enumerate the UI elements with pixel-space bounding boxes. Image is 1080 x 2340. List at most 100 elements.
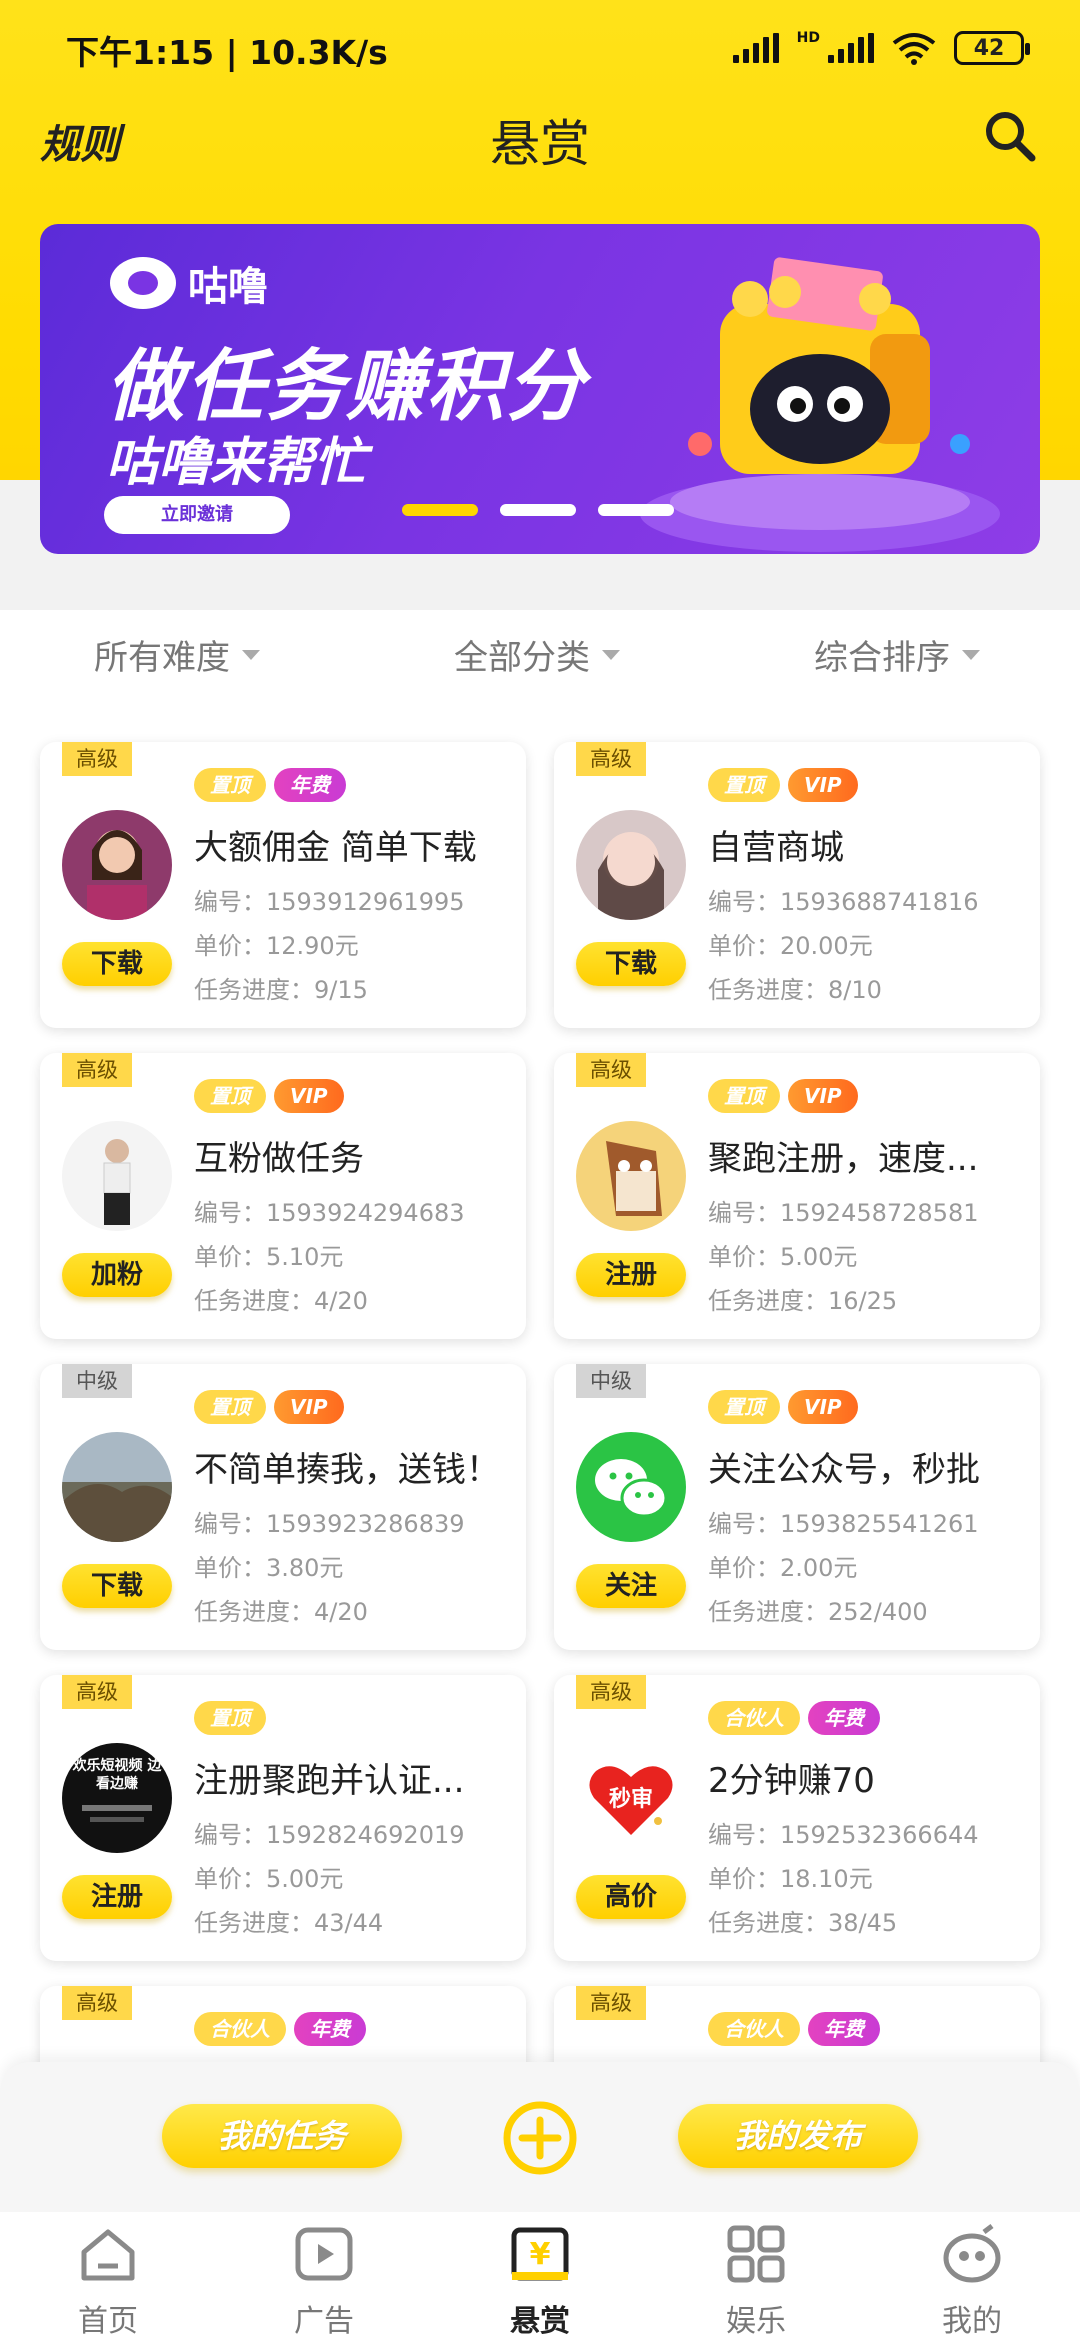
category-filter[interactable]: 全部分类 bbox=[454, 630, 620, 679]
invite-button[interactable]: 立即邀请 bbox=[104, 496, 290, 534]
task-price: 单价：12.90元 bbox=[194, 932, 359, 960]
tag-badge: 置顶 bbox=[194, 1079, 266, 1113]
tag-badge: 置顶 bbox=[194, 1390, 266, 1424]
level-badge: 高级 bbox=[62, 1675, 132, 1709]
task-avatar bbox=[576, 1432, 686, 1542]
task-price: 单价：5.10元 bbox=[194, 1243, 344, 1271]
carousel-dot[interactable] bbox=[598, 504, 674, 516]
level-badge: 高级 bbox=[576, 1986, 646, 2020]
level-badge: 高级 bbox=[62, 1986, 132, 2020]
task-title: 互粉做任务 bbox=[194, 1139, 364, 1179]
banner-logo-text: 咕噜 bbox=[188, 264, 268, 310]
promo-banner[interactable]: 咕噜 做任务赚积分 咕噜来帮忙 立即邀请 bbox=[40, 224, 1040, 554]
search-icon[interactable] bbox=[980, 106, 1040, 166]
task-progress: 任务进度：8/10 bbox=[708, 976, 882, 1004]
task-card[interactable]: 高级 置顶 VIP 加粉 互粉做任务 编号：1593924294683 单价：5.10元 任务… bbox=[40, 1053, 526, 1339]
profile-icon bbox=[943, 2224, 1001, 2283]
level-badge: 中级 bbox=[62, 1364, 132, 1398]
level-badge: 中级 bbox=[576, 1364, 646, 1398]
task-card[interactable]: 高级 置顶 VIP 下载 自营商城 编号：1593688741816 单价：20.00元 任务… bbox=[554, 742, 1040, 1028]
task-progress: 任务进度：4/20 bbox=[194, 1598, 368, 1626]
task-title: 2分钟赚70 bbox=[708, 1761, 875, 1801]
filter-bar: 所有难度 全部分类 综合排序 bbox=[0, 630, 1080, 700]
carousel-dots bbox=[402, 504, 674, 516]
banner-logo: 咕噜 bbox=[110, 254, 268, 312]
filter-label: 综合排序 bbox=[814, 638, 950, 678]
task-title: 注册聚跑并认证... bbox=[194, 1761, 465, 1801]
task-price: 单价：18.10元 bbox=[708, 1865, 873, 1893]
tag-list: 合伙人 年费 bbox=[708, 1701, 880, 1735]
tab-label: 首页 bbox=[78, 2304, 138, 2339]
app-header: 规则 悬赏 bbox=[0, 96, 1080, 236]
task-card[interactable]: 高级 置顶 VIP 注册 聚跑注册，速度... 编号：1592458728581 单价：5.… bbox=[554, 1053, 1040, 1339]
task-price: 单价：20.00元 bbox=[708, 932, 873, 960]
tag-list: 置顶 VIP bbox=[194, 1079, 344, 1113]
task-price: 单价：5.00元 bbox=[194, 1865, 344, 1893]
carousel-dot[interactable] bbox=[402, 504, 478, 516]
tab-reward[interactable]: ¥ 悬赏 bbox=[432, 2212, 648, 2340]
tag-badge: 置顶 bbox=[194, 1701, 266, 1735]
my-tasks-button[interactable]: 我的任务 bbox=[162, 2104, 402, 2168]
task-avatar: 秒审 bbox=[576, 1743, 686, 1853]
caret-down-icon bbox=[602, 649, 620, 660]
svg-text:¥: ¥ bbox=[530, 2237, 551, 2272]
task-card[interactable]: 中级 置顶 VIP 关注 关注公众号，秒批 编号：1593825541261 单价：2.00… bbox=[554, 1364, 1040, 1650]
tab-entertainment[interactable]: 娱乐 bbox=[648, 2212, 864, 2340]
bottom-tab-bar: 首页 广告 ¥ 悬赏 娱乐 我的 bbox=[0, 2212, 1080, 2340]
hd-label: HD bbox=[796, 30, 820, 46]
tag-badge: 年费 bbox=[808, 2012, 880, 2046]
tag-badge: 合伙人 bbox=[708, 1701, 800, 1735]
add-task-icon[interactable] bbox=[500, 2098, 580, 2178]
tab-label: 我的 bbox=[942, 2304, 1002, 2339]
task-avatar bbox=[62, 810, 172, 920]
difficulty-filter[interactable]: 所有难度 bbox=[94, 630, 260, 679]
task-avatar bbox=[62, 1121, 172, 1231]
task-action-button[interactable]: 高价 bbox=[576, 1875, 686, 1919]
task-title: 大额佣金 简单下载 bbox=[194, 828, 477, 868]
task-action-button[interactable]: 下载 bbox=[62, 942, 172, 986]
task-avatar bbox=[62, 1432, 172, 1542]
task-card[interactable]: 高级 置顶 年费 下载 大额佣金 简单下载 编号：1593912961995 单价：12.9… bbox=[40, 742, 526, 1028]
level-badge: 高级 bbox=[62, 1053, 132, 1087]
task-action-button[interactable]: 下载 bbox=[62, 1564, 172, 1608]
tab-profile[interactable]: 我的 bbox=[864, 2212, 1080, 2340]
tag-badge: 年费 bbox=[808, 1701, 880, 1735]
banner-subline: 咕噜来帮忙 bbox=[106, 433, 367, 493]
task-action-button[interactable]: 注册 bbox=[576, 1253, 686, 1297]
task-id: 编号：1592532366644 bbox=[708, 1821, 979, 1849]
tab-home[interactable]: 首页 bbox=[0, 2212, 216, 2340]
status-icons: HD 42 bbox=[732, 28, 1030, 68]
tag-list: 置顶 VIP bbox=[708, 1390, 858, 1424]
avatar-caption: 秒审 bbox=[608, 1787, 653, 1812]
sort-filter[interactable]: 综合排序 bbox=[814, 630, 980, 679]
level-badge: 高级 bbox=[576, 1675, 646, 1709]
reward-icon: ¥ bbox=[511, 2227, 569, 2281]
task-title: 不简单揍我，送钱！ bbox=[194, 1450, 500, 1490]
tag-badge: 合伙人 bbox=[194, 2012, 286, 2046]
task-price: 单价：5.00元 bbox=[708, 1243, 858, 1271]
my-posts-button[interactable]: 我的发布 bbox=[678, 2104, 918, 2168]
tag-badge: 置顶 bbox=[708, 1079, 780, 1113]
task-title: 聚跑注册，速度... bbox=[708, 1139, 979, 1179]
tag-list: 置顶 VIP bbox=[194, 1390, 344, 1424]
status-time: 下午1:15 | 10.3K/s bbox=[66, 33, 388, 72]
task-card[interactable]: 高级合伙人 年费秒审高价 2分钟赚70 编号：1592532366644 单价：18.1… bbox=[554, 1675, 1040, 1961]
tab-ads[interactable]: 广告 bbox=[216, 2212, 432, 2340]
caret-down-icon bbox=[962, 649, 980, 660]
carousel-dot[interactable] bbox=[500, 504, 576, 516]
task-action-button[interactable]: 下载 bbox=[576, 942, 686, 986]
tag-badge: VIP bbox=[788, 1079, 858, 1113]
task-card[interactable]: 中级 置顶 VIP 下载 不简单揍我，送钱！ 编号：1593923286839 单价：3.8… bbox=[40, 1364, 526, 1650]
task-card[interactable]: 高级 置顶 欢乐短视频 边看边赚 注册 注册聚跑并认证... 编号：15928246920… bbox=[40, 1675, 526, 1961]
level-badge: 高级 bbox=[576, 1053, 646, 1087]
level-badge: 高级 bbox=[62, 742, 132, 776]
home-icon bbox=[81, 2229, 135, 2281]
wallet-illustration bbox=[640, 257, 1000, 552]
wifi-icon bbox=[892, 33, 936, 65]
task-action-button[interactable]: 关注 bbox=[576, 1564, 686, 1608]
tag-badge: 置顶 bbox=[194, 768, 266, 802]
tab-label: 悬赏 bbox=[510, 2304, 570, 2339]
tag-badge: 置顶 bbox=[708, 1390, 780, 1424]
task-action-button[interactable]: 加粉 bbox=[62, 1253, 172, 1297]
task-action-button[interactable]: 注册 bbox=[62, 1875, 172, 1919]
